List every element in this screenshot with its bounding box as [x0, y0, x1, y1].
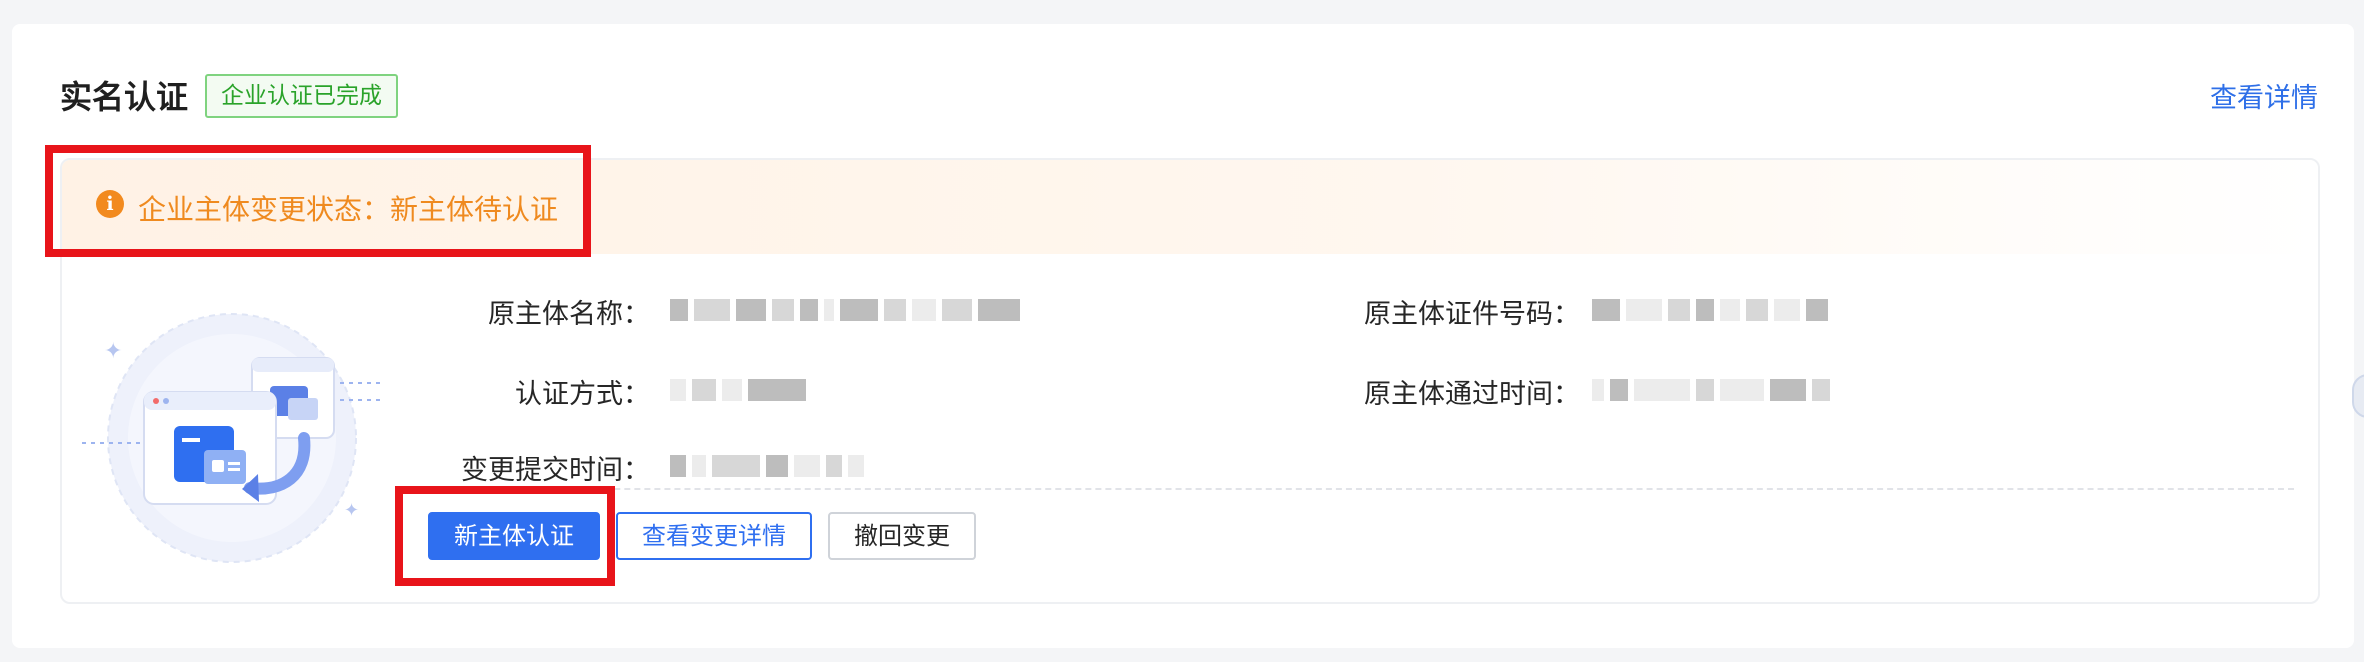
svg-text:✦: ✦ — [104, 339, 122, 364]
status-alert: i 企业主体变更状态：新主体待认证 — [62, 160, 2318, 254]
status-badge: 企业认证已完成 — [205, 74, 398, 118]
withdraw-change-button[interactable]: 撤回变更 — [828, 512, 976, 560]
original-name-label: 原主体名称： — [488, 299, 650, 330]
entity-change-illustration: ✦ ✦ — [82, 313, 382, 563]
auth-method-label: 认证方式： — [515, 379, 650, 410]
change-status-panel: i 企业主体变更状态：新主体待认证 ✦ ✦ 原主体名称： 原主体证件号码： 认证… — [60, 158, 2320, 604]
original-name-value-masked — [670, 298, 1020, 322]
original-pass-time-value-masked — [1592, 378, 1830, 402]
svg-text:✦: ✦ — [344, 500, 359, 521]
new-entity-auth-button[interactable]: 新主体认证 — [428, 512, 600, 560]
view-change-details-button[interactable]: 查看变更详情 — [616, 512, 812, 560]
change-submit-time-value-masked — [670, 454, 864, 478]
dashed-divider — [474, 488, 2294, 490]
alert-text: 企业主体变更状态：新主体待认证 — [138, 193, 559, 226]
original-cert-value-masked — [1592, 298, 1828, 322]
change-submit-time-label: 变更提交时间： — [461, 455, 650, 486]
original-pass-time-label: 原主体通过时间： — [1364, 379, 1580, 410]
original-cert-label: 原主体证件号码： — [1364, 299, 1580, 330]
view-details-link[interactable]: 查看详情 — [2210, 76, 2318, 115]
auth-method-value-masked — [670, 378, 806, 402]
section-title: 实名认证 — [60, 78, 189, 116]
info-icon: i — [96, 190, 124, 218]
